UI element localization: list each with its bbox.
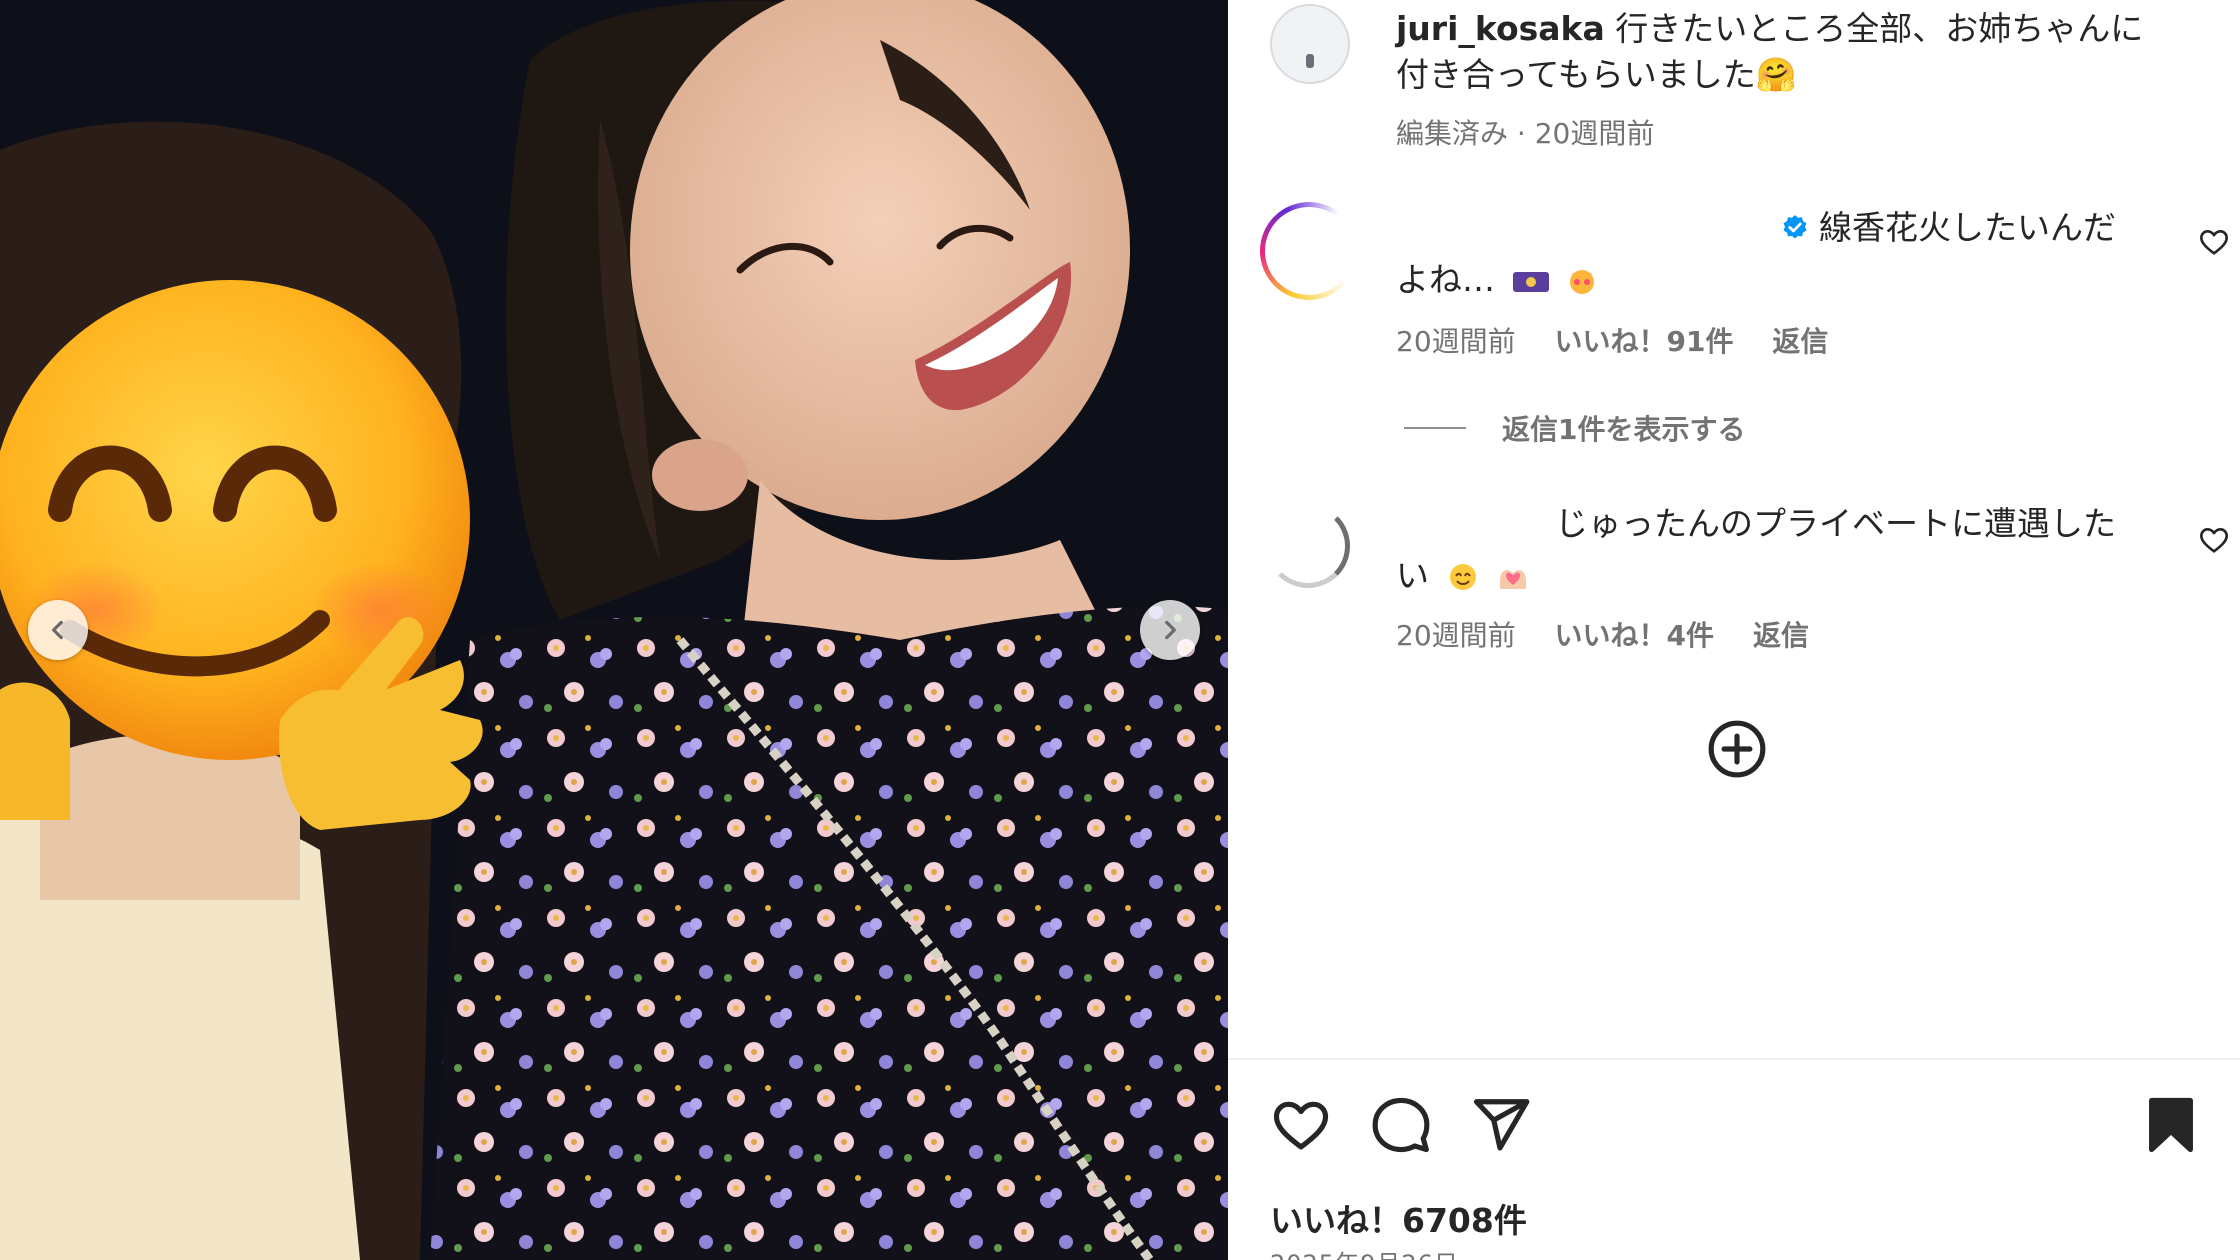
comment-meta: 20週間前 いいね！91件 返信 [1396,320,1858,360]
verified-badge-icon [1783,215,1807,239]
comment-meta: 20週間前 いいね！4件 返信 [1396,614,1839,654]
heart-hands-emoji-icon [1500,570,1526,589]
replies-divider-line [1404,427,1466,429]
comment-icon[interactable] [1370,1094,1432,1156]
like-heart-icon[interactable] [1270,1094,1332,1156]
view-replies-label: 返信1件を表示する [1502,413,1746,446]
comment-likes[interactable]: いいね！91件 [1555,325,1734,358]
likes-count[interactable]: いいね！6708件 [1270,1194,1527,1242]
comment-line-1: じゅったんのプライベートに遭遇した [1555,504,2116,543]
author-avatar[interactable] [1270,4,1350,84]
chevron-left-icon [52,620,63,640]
post-date: 2025年9月26日 [1270,1244,1459,1260]
instagram-post-view: juri_kosaka 行きたいところ全部、お姉ちゃんに付き合ってもらいました🤗… [0,0,2240,1260]
view-replies-button[interactable]: 返信1件を表示する [1404,408,1745,448]
actions-divider [1228,1058,2240,1060]
sparkler-emoji-icon [1512,272,1549,292]
load-more-comments-button[interactable] [1706,718,1768,780]
comment-time: 20週間前 [1396,619,1516,652]
caption-meta: 編集済み · 20週間前 [1396,117,1655,150]
reply-button[interactable]: 返信 [1753,619,1809,652]
next-photo-button[interactable] [1140,600,1200,660]
post-photo [0,0,1228,1260]
comment-time: 20週間前 [1396,325,1516,358]
photo-illustration [0,0,1228,1260]
comment-line-2: よね… [1396,260,1495,299]
commenter-avatar[interactable] [1260,202,1358,300]
comment-text: 線香花火したいんだ よね… [1396,202,2116,306]
smiling-face-emoji-icon [1449,564,1476,590]
comment-like-heart-icon[interactable] [2198,524,2230,556]
comment-like-heart-icon[interactable] [2198,226,2230,258]
post-sidebar: juri_kosaka 行きたいところ全部、お姉ちゃんに付き合ってもらいました🤗… [1228,0,2240,1260]
chevron-right-icon [1165,620,1176,640]
previous-photo-button[interactable] [28,600,88,660]
send-icon[interactable] [1470,1094,1532,1156]
author-username[interactable]: juri_kosaka [1396,9,1605,48]
comment-text: じゅったんのプライベートに遭遇した い [1396,498,2116,602]
comment-line-2: い [1396,556,1429,595]
cat-face-emoji-icon [1570,270,1594,294]
comment-likes[interactable]: いいね！4件 [1555,619,1714,652]
commenter-avatar[interactable] [1266,504,1350,588]
comment-line-1: 線香花火したいんだ [1819,208,2116,247]
bookmark-filled-icon[interactable] [2140,1094,2202,1156]
caption-text: juri_kosaka 行きたいところ全部、お姉ちゃんに付き合ってもらいました🤗 [1396,6,2156,98]
reply-button[interactable]: 返信 [1772,325,1828,358]
